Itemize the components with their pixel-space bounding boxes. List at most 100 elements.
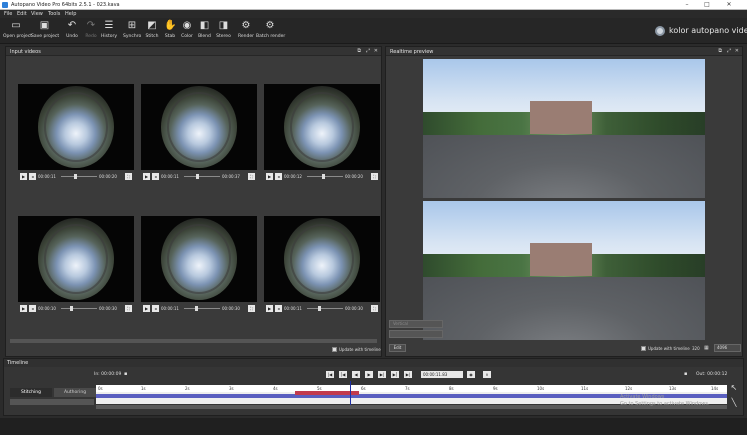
kolor-logo-icon <box>655 26 665 36</box>
batch-render-button[interactable]: ⚙ Batch render <box>256 20 285 39</box>
zoom-select[interactable]: 4096 <box>714 344 741 352</box>
menu-help[interactable]: Help <box>65 11 76 17</box>
ruler-tick-label: 6s <box>361 386 366 391</box>
menu-file[interactable]: File <box>4 11 12 17</box>
stereo-preview-viewport[interactable] <box>423 59 705 340</box>
seek-thumb[interactable] <box>74 174 77 179</box>
play-icon[interactable]: ▶ <box>20 305 27 312</box>
volume-icon[interactable]: ◂ <box>275 173 282 180</box>
maximize-panel-icon[interactable]: ⤢ <box>366 48 370 54</box>
fisheye-image <box>38 218 114 300</box>
grid-icon[interactable]: ▦ <box>704 345 709 351</box>
seek-thumb[interactable] <box>70 306 73 311</box>
prev-frame-icon[interactable]: ◀ <box>352 371 360 378</box>
preview-update-checkbox[interactable] <box>641 346 646 351</box>
seek-track[interactable] <box>61 176 97 177</box>
undock-icon[interactable]: ⧉ <box>357 48 361 54</box>
render-button[interactable]: ⚙ Render <box>237 20 255 39</box>
save-project-button[interactable]: ▣ Save project <box>31 20 59 39</box>
maximize-button[interactable]: □ <box>700 1 714 8</box>
volume-icon[interactable]: ◂ <box>275 305 282 312</box>
status-bar <box>0 418 747 435</box>
fullscreen-icon[interactable]: ⛶ <box>371 173 378 180</box>
go-end-icon[interactable]: ▶| <box>404 371 412 378</box>
next-frame-icon[interactable]: ▶| <box>378 371 386 378</box>
seek-track[interactable] <box>307 308 343 309</box>
video-thumbnail[interactable] <box>18 216 134 302</box>
fullscreen-icon[interactable]: ⛶ <box>248 305 255 312</box>
stereo-button[interactable]: ◨ Stereo <box>215 20 232 39</box>
open-project-button[interactable]: ▭ Open project <box>3 20 32 39</box>
seek-thumb[interactable] <box>322 174 325 179</box>
seek-track[interactable] <box>61 308 97 309</box>
seek-thumb[interactable] <box>195 306 198 311</box>
fullscreen-icon[interactable]: ⛶ <box>371 305 378 312</box>
video-thumbnail[interactable] <box>141 216 257 302</box>
fullscreen-icon[interactable]: ⛶ <box>248 173 255 180</box>
playhead[interactable] <box>350 381 351 407</box>
update-with-timeline-checkbox[interactable] <box>332 347 337 352</box>
volume-icon[interactable]: ◂ <box>152 305 159 312</box>
synchro-button[interactable]: ⊞ Synchro <box>123 20 141 39</box>
edit-button[interactable]: Edit <box>389 344 406 352</box>
projection-field: Vertical <box>389 320 443 328</box>
seek-thumb[interactable] <box>318 306 321 311</box>
minimize-button[interactable]: – <box>680 1 694 8</box>
tab-stitching[interactable]: Stitching <box>10 388 52 397</box>
volume-icon[interactable]: ◂ <box>29 173 36 180</box>
tab-authoring[interactable]: Authoring <box>54 388 96 397</box>
video-thumbnail[interactable] <box>18 84 134 170</box>
stab-button[interactable]: ✋ Stab <box>163 20 177 39</box>
magnet-icon[interactable]: ∩ <box>483 371 491 378</box>
video-thumbnail[interactable] <box>264 84 380 170</box>
volume-icon[interactable]: ◂ <box>29 305 36 312</box>
redo-button[interactable]: ↷ Redo <box>83 20 99 39</box>
blend-button[interactable]: ◧ Blend <box>197 20 212 39</box>
video-thumbnail[interactable] <box>141 84 257 170</box>
set-in-icon[interactable]: ▪ <box>124 371 127 377</box>
brand-text: kolor autopano video pro <box>669 26 747 35</box>
close-panel-icon[interactable]: ✕ <box>374 48 378 54</box>
video-thumbnail[interactable] <box>264 216 380 302</box>
menu-edit[interactable]: Edit <box>17 11 27 17</box>
play-icon[interactable]: ▶ <box>266 173 273 180</box>
play-icon[interactable]: ▶ <box>143 173 150 180</box>
video-cell: ▶ ◂ 00:00:12 00:00:20 ⛶ <box>264 84 380 180</box>
select-cursor-icon[interactable]: ↖ <box>727 383 741 395</box>
ruler-tick-label: 10s <box>537 386 545 391</box>
play-icon[interactable]: ▶ <box>266 305 273 312</box>
stitch-button[interactable]: ◩ Stitch <box>144 20 160 39</box>
current-time-field[interactable]: 00:00:11.83 <box>421 371 463 378</box>
time-ruler[interactable]: 0s 1s 2s 3s 4s 5s 6s 7s 8s 9s 10s 11s 12… <box>96 385 727 392</box>
seek-track[interactable] <box>307 176 343 177</box>
fisheye-image <box>161 86 237 168</box>
close-button[interactable]: ✕ <box>722 1 736 8</box>
mark-out-icon[interactable]: ▶] <box>391 371 399 378</box>
snapshot-icon[interactable]: ◉ <box>467 371 475 378</box>
horizontal-scrollbar[interactable] <box>10 339 377 343</box>
seek-track[interactable] <box>184 308 220 309</box>
play-timeline-icon[interactable]: ▶ <box>365 371 373 378</box>
fullscreen-icon[interactable]: ⛶ <box>125 173 132 180</box>
fullscreen-icon[interactable]: ⛶ <box>125 305 132 312</box>
play-icon[interactable]: ▶ <box>143 305 150 312</box>
cut-tool-icon[interactable]: ╲ <box>727 398 741 410</box>
close-panel-icon[interactable]: ✕ <box>735 48 739 54</box>
ruler-tick-label: 8s <box>449 386 454 391</box>
seek-track[interactable] <box>184 176 220 177</box>
undo-button[interactable]: ↶ Undo <box>64 20 80 39</box>
volume-icon[interactable]: ◂ <box>152 173 159 180</box>
color-button[interactable]: ◉ Color <box>180 20 194 39</box>
set-out-icon[interactable]: ▪ <box>684 371 687 377</box>
ruler-tick-label: 14s <box>711 386 719 391</box>
mark-in-icon[interactable]: [◀ <box>339 371 347 378</box>
history-button[interactable]: ☰ History <box>100 20 118 39</box>
play-icon[interactable]: ▶ <box>20 173 27 180</box>
go-start-icon[interactable]: |◀ <box>326 371 334 378</box>
menu-tools[interactable]: Tools <box>48 11 60 17</box>
seek-thumb[interactable] <box>196 174 199 179</box>
menu-view[interactable]: View <box>31 11 43 17</box>
hand-icon: ✋ <box>164 20 177 31</box>
maximize-panel-icon[interactable]: ⤢ <box>727 48 731 54</box>
undock-icon[interactable]: ⧉ <box>718 48 722 54</box>
